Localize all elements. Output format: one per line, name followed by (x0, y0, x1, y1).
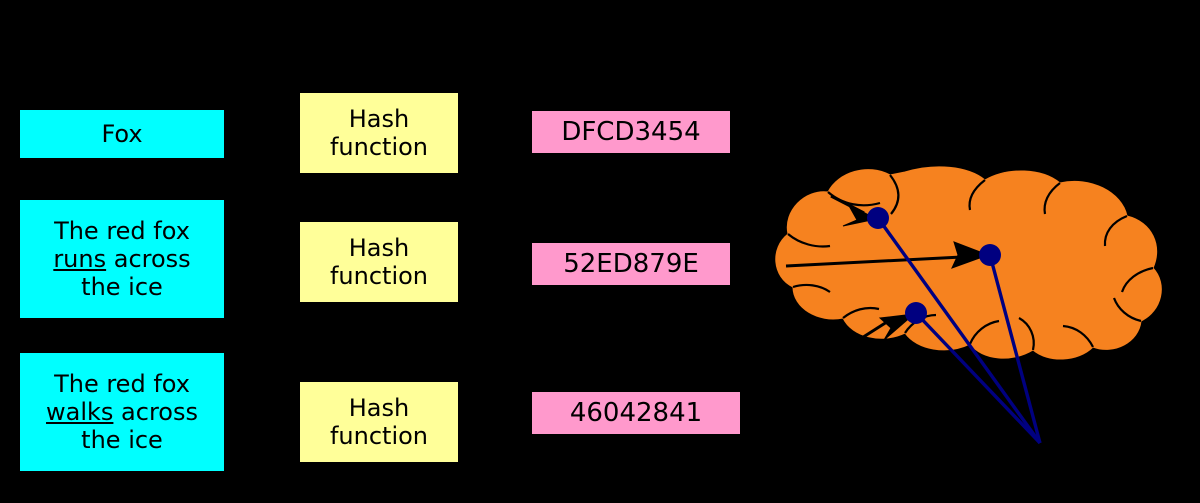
message-text-3-before: The red fox (54, 369, 190, 398)
message-box-2: The red fox runs across the ice (20, 200, 224, 318)
digest-text-3: 46042841 (569, 397, 703, 428)
hash-function-box-3: Hash function (300, 382, 458, 462)
hash-output-node (905, 302, 927, 324)
hash-function-box-1: Hash function (300, 93, 458, 173)
message-box-1: Fox (20, 110, 224, 158)
message-text-2-before: The red fox (54, 216, 190, 245)
message-text-3: The red fox walks across the ice (46, 370, 198, 455)
digest-box-1: DFCD3454 (532, 111, 730, 153)
hash-function-label-2: Hash function (329, 233, 429, 290)
diagram-canvas: Fox Hash function DFCD3454 The red fox r… (0, 0, 1200, 503)
message-emphasis-3: walks (46, 397, 114, 426)
message-box-3: The red fox walks across the ice (20, 353, 224, 471)
message-emphasis-2: runs (53, 244, 107, 273)
digest-text-1: DFCD3454 (561, 116, 701, 147)
digest-box-2: 52ED879E (532, 243, 730, 285)
hash-output-node (867, 207, 889, 229)
message-text-1: Fox (101, 119, 143, 148)
message-text-2: The red fox runs across the ice (53, 217, 190, 302)
digest-box-3: 46042841 (532, 392, 740, 434)
hash-output-node (979, 244, 1001, 266)
digest-text-2: 52ED879E (563, 248, 699, 279)
hash-function-label-1: Hash function (329, 104, 429, 161)
hash-function-box-2: Hash function (300, 222, 458, 302)
hash-function-label-3: Hash function (329, 393, 429, 450)
